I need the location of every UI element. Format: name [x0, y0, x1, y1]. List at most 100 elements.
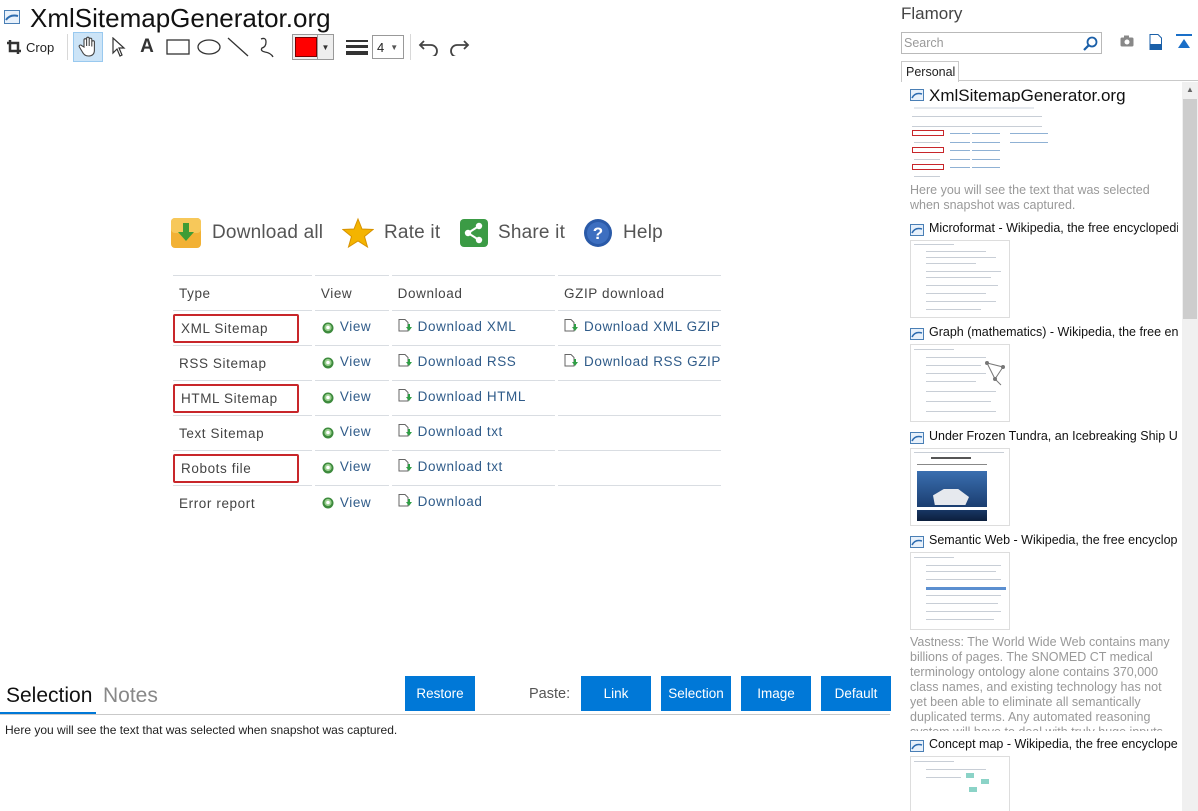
download-link[interactable]: Download [398, 494, 483, 509]
text-tool-button[interactable]: A [134, 32, 160, 62]
snapshot-item[interactable]: Semantic Web - Wikipedia, the free encyc… [908, 533, 1178, 738]
color-picker[interactable]: ▼ [292, 32, 334, 62]
collapse-top-icon[interactable] [1176, 34, 1192, 50]
scrollbar-thumb[interactable] [1183, 99, 1197, 319]
freehand-tool-button[interactable] [253, 32, 281, 62]
header-gzip: GZIP download [556, 275, 721, 311]
download-link[interactable]: Download txt [398, 459, 503, 474]
paste-selection-button[interactable]: Selection [661, 676, 731, 711]
sitemap-downloads-table: Type View Download GZIP download XML Sit… [173, 275, 721, 521]
redo-icon [450, 40, 470, 56]
tab-notes[interactable]: Notes [103, 684, 158, 708]
download-file-icon [564, 319, 578, 332]
gzip-download-label: Download RSS GZIP [584, 354, 721, 369]
snapshot-item[interactable]: Graph (mathematics) - Wikipedia, the fre… [908, 325, 1178, 425]
svg-text:?: ? [593, 224, 604, 243]
gzip-download-link[interactable]: Download RSS GZIP [564, 354, 721, 369]
view-icon [322, 427, 334, 439]
line-style-button[interactable] [344, 32, 370, 62]
camera-icon[interactable] [1120, 35, 1134, 47]
view-label: View [339, 389, 372, 405]
share-it-link[interactable]: Share it [460, 214, 565, 252]
paste-link-button[interactable]: Link [581, 676, 651, 711]
line-tool-button[interactable] [225, 32, 251, 62]
search-icon[interactable] [1083, 36, 1098, 51]
view-icon [322, 462, 334, 474]
panel-scrollbar[interactable]: ▲ [1182, 82, 1198, 811]
rate-it-link[interactable]: Rate it [342, 214, 440, 252]
snapshot-item[interactable]: Concept map - Wikipedia, the free encycl… [908, 737, 1178, 811]
panel-title: Flamory [901, 4, 963, 23]
download-all-label: Download all [212, 222, 324, 243]
table-row: Text Sitemap View Download txt [173, 415, 721, 451]
chevron-down-icon: ▼ [317, 35, 333, 59]
view-link[interactable]: View [321, 459, 371, 474]
undo-icon [418, 40, 438, 56]
paste-default-button[interactable]: Default [821, 676, 891, 711]
type-label: HTML Sitemap [181, 390, 278, 406]
snapshot-action-bar: Download all Rate it Share it ? Help [170, 214, 730, 252]
hand-tool-button[interactable] [73, 32, 103, 62]
download-link[interactable]: Download HTML [398, 389, 526, 404]
page-icon[interactable] [1149, 34, 1162, 50]
type-cell: XML Sitemap [173, 310, 315, 346]
scroll-up-icon[interactable]: ▲ [1186, 85, 1194, 94]
line-width-select[interactable]: 4 ▼ [372, 32, 404, 62]
page-favicon-icon [4, 10, 20, 24]
gzip-cell [556, 485, 721, 521]
rectangle-icon [166, 39, 190, 55]
search-input[interactable]: Search [901, 32, 1102, 54]
gzip-download-label: Download XML GZIP [584, 319, 721, 334]
view-link[interactable]: View [321, 495, 371, 510]
type-highlight-box: XML Sitemap [173, 313, 299, 343]
table-row: Robots file View Download txt [173, 450, 721, 486]
download-all-link[interactable]: Download all [170, 214, 323, 252]
flamory-panel: Flamory Search Personal XmlSitemapGenera… [892, 0, 1198, 811]
snapshot-title: Concept map - Wikipedia, the free encycl… [929, 737, 1178, 751]
view-icon [322, 392, 334, 404]
selection-text[interactable]: Here you will see the text that was sele… [5, 723, 397, 737]
gzip-download-link[interactable]: Download XML GZIP [564, 319, 721, 334]
snapshot-item[interactable]: Microformat - Wikipedia, the free encycl… [908, 221, 1178, 321]
select-tool-button[interactable] [106, 32, 132, 62]
snapshot-item[interactable]: Under Frozen Tundra, an Icebreaking Ship… [908, 429, 1178, 529]
page-title: XmlSitemapGenerator.org [30, 3, 331, 33]
window-title-bar: XmlSitemapGenerator.org [0, 0, 890, 34]
help-icon: ? [584, 219, 612, 247]
download-link[interactable]: Download XML [398, 319, 517, 334]
download-file-icon [564, 354, 578, 367]
undo-button[interactable] [416, 32, 442, 62]
help-link[interactable]: ? Help [583, 214, 663, 252]
view-link[interactable]: View [321, 354, 371, 369]
page-favicon-icon [910, 328, 924, 340]
table-row: Error report View Download [173, 485, 721, 521]
download-cell: Download RSS [390, 345, 559, 381]
download-link[interactable]: Download txt [398, 424, 503, 439]
view-cell: View [313, 450, 392, 486]
snapshot-title: Semantic Web - Wikipedia, the free encyc… [929, 533, 1178, 547]
redo-button[interactable] [446, 32, 472, 62]
download-label: Download [417, 494, 483, 510]
view-link[interactable]: View [321, 319, 371, 334]
tab-personal[interactable]: Personal [901, 61, 959, 82]
crop-button[interactable]: Crop [6, 32, 62, 62]
crop-label: Crop [26, 39, 55, 55]
download-cell: Download [390, 485, 559, 521]
share-it-label: Share it [498, 222, 566, 243]
download-file-icon [398, 494, 412, 507]
tab-selection[interactable]: Selection [6, 684, 92, 708]
type-label: Text Sitemap [179, 425, 265, 441]
snapshot-item[interactable]: XmlSitemapGenerator.org Here you will se… [908, 86, 1178, 216]
paste-image-button[interactable]: Image [741, 676, 811, 711]
download-label: Download HTML [417, 389, 526, 404]
ellipse-tool-button[interactable] [194, 32, 224, 62]
table-header-row: Type View Download GZIP download [173, 275, 721, 311]
view-link[interactable]: View [321, 389, 371, 404]
restore-button[interactable]: Restore [405, 676, 475, 711]
view-link[interactable]: View [321, 424, 371, 439]
download-link[interactable]: Download RSS [398, 354, 517, 369]
snapshot-title: Microformat - Wikipedia, the free encycl… [929, 221, 1178, 235]
rectangle-tool-button[interactable] [163, 32, 193, 62]
snapshot-excerpt: Here you will see the text that was sele… [910, 183, 1150, 212]
crop-icon [7, 40, 21, 54]
